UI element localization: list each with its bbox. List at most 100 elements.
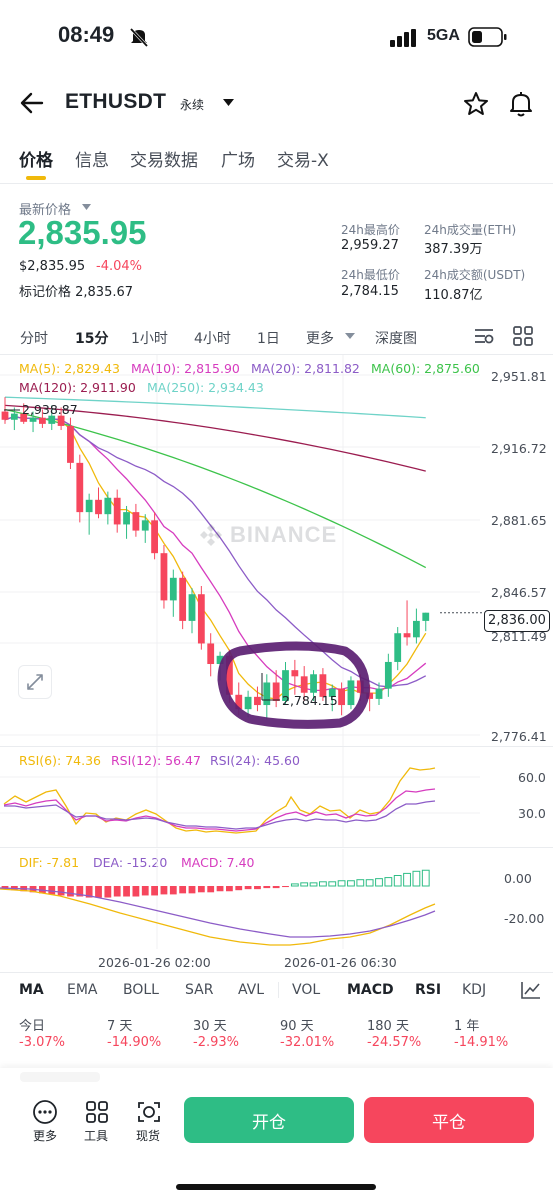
macd-bar xyxy=(375,878,383,887)
expand-icon xyxy=(27,674,43,690)
binance-watermark: BINANCE xyxy=(198,522,337,548)
divider xyxy=(278,982,279,998)
low-24h-label: 24h最低价 xyxy=(341,268,400,282)
more-label[interactable]: 更多 xyxy=(33,1127,57,1144)
more-icon[interactable] xyxy=(32,1099,58,1125)
candle-body xyxy=(29,417,37,422)
macd-bar xyxy=(104,886,112,898)
macd-bar xyxy=(254,886,261,890)
depth-chart-tab[interactable]: 深度图 xyxy=(375,328,417,348)
timeframe-more[interactable]: 更多 xyxy=(306,328,334,348)
volume-eth-label: 24h成交量(ETH) xyxy=(424,223,517,237)
timeframe-15m[interactable]: 15分 xyxy=(75,328,108,348)
macd-bar xyxy=(290,883,299,887)
macd-bar xyxy=(179,886,187,894)
price-axis-label: 2,776.41 xyxy=(491,729,547,744)
tab-square[interactable]: 广场 xyxy=(221,146,255,171)
macd-bar xyxy=(207,886,215,893)
indicator-macd[interactable]: MACD xyxy=(347,982,394,998)
candle-body xyxy=(300,676,308,693)
rsi-axis-label: 30.0 xyxy=(518,806,546,821)
candle-body xyxy=(263,682,271,706)
caret-down-icon[interactable] xyxy=(222,98,235,107)
battery-icon xyxy=(468,27,507,47)
period-value-7d: -14.90% xyxy=(107,1035,162,1050)
divider xyxy=(0,847,553,848)
candle-body xyxy=(384,661,392,689)
macd-bar xyxy=(151,886,158,896)
fullscreen-button[interactable] xyxy=(18,665,52,699)
macd-histogram xyxy=(1,869,430,898)
tab-trading-data[interactable]: 交易数据 xyxy=(130,146,198,171)
star-icon[interactable] xyxy=(463,91,489,117)
candle-body xyxy=(57,415,65,426)
caret-down-icon[interactable] xyxy=(82,204,91,211)
ma20-label: MA(20): 2,811.82 xyxy=(251,361,360,376)
macd-bar xyxy=(123,886,130,897)
spot-label[interactable]: 现货 xyxy=(136,1127,160,1144)
timeframe-1d[interactable]: 1日 xyxy=(257,328,280,348)
layout-grid-icon[interactable] xyxy=(513,326,533,346)
divider xyxy=(0,183,553,184)
order-tab-peek xyxy=(20,1072,100,1082)
tab-info[interactable]: 信息 xyxy=(75,146,109,171)
bell-muted-icon xyxy=(129,27,149,48)
indicator-rsi[interactable]: RSI xyxy=(415,982,441,998)
candle-body xyxy=(188,594,196,621)
period-label-1y: 1 年 xyxy=(454,1019,480,1034)
period-value-30d: -2.93% xyxy=(193,1035,239,1050)
timeframe-4h[interactable]: 4小时 xyxy=(194,328,231,348)
indicator-settings-icon[interactable] xyxy=(473,326,495,346)
macd-axis-label: 0.00 xyxy=(504,871,532,886)
tools-label[interactable]: 工具 xyxy=(84,1127,108,1144)
tab-trade-x[interactable]: 交易-X xyxy=(277,146,329,171)
watermark-text: BINANCE xyxy=(230,522,338,547)
contract-type-badge[interactable]: 永续 xyxy=(180,96,204,113)
volume-usdt-label: 24h成交额(USDT) xyxy=(424,268,526,282)
candle-body xyxy=(413,620,420,638)
macd-bar xyxy=(384,877,393,887)
candle-body xyxy=(272,682,280,701)
home-indicator xyxy=(176,1184,376,1190)
macd-bar xyxy=(393,875,402,887)
close-position-button[interactable]: 平仓 xyxy=(364,1097,534,1143)
candle-body xyxy=(179,577,187,621)
candle-body xyxy=(207,643,215,665)
chart-settings-icon[interactable] xyxy=(520,980,542,1000)
tab-price[interactable]: 价格 xyxy=(19,146,53,171)
bell-icon[interactable] xyxy=(508,90,534,118)
indicator-kdj[interactable]: KDJ xyxy=(462,982,486,998)
indicator-boll[interactable]: BOLL xyxy=(123,982,159,998)
timeframe-time[interactable]: 分时 xyxy=(20,328,48,348)
symbol-title[interactable]: ETHUSDT xyxy=(65,90,166,114)
macd-bar xyxy=(365,879,374,887)
indicator-vol[interactable]: VOL xyxy=(292,982,320,998)
macd-bar xyxy=(244,886,252,890)
indicator-ma[interactable]: MA xyxy=(19,982,44,998)
macd-bar xyxy=(412,870,421,887)
time-axis-label: 2026-01-26 02:00 xyxy=(98,955,211,970)
candle-body xyxy=(160,553,168,601)
ma250-label: MA(250): 2,934.43 xyxy=(147,380,264,395)
tools-icon[interactable] xyxy=(84,1099,110,1125)
macd-bar xyxy=(57,886,65,896)
timeframe-1h[interactable]: 1小时 xyxy=(131,328,168,348)
volume-usdt-value: 110.87亿 xyxy=(424,288,483,303)
candle-body xyxy=(76,462,84,513)
period-value-today: -3.07% xyxy=(19,1035,65,1050)
candle-body xyxy=(95,499,102,515)
period-value-1y: -14.91% xyxy=(454,1035,509,1050)
high-price-marker: 2,938.87 xyxy=(22,402,78,417)
macd-bar xyxy=(356,879,365,887)
caret-down-icon[interactable] xyxy=(345,333,355,340)
period-label-today: 今日 xyxy=(19,1019,46,1034)
candlestick-chart[interactable] xyxy=(0,355,553,750)
spot-icon[interactable] xyxy=(136,1099,162,1125)
indicator-avl[interactable]: AVL xyxy=(238,982,264,998)
period-label-90d: 90 天 xyxy=(280,1019,314,1034)
open-position-button[interactable]: 开仓 xyxy=(184,1097,354,1143)
back-arrow-icon[interactable] xyxy=(20,92,44,114)
period-label-180d: 180 天 xyxy=(367,1019,409,1034)
indicator-ema[interactable]: EMA xyxy=(67,982,98,998)
indicator-sar[interactable]: SAR xyxy=(185,982,213,998)
